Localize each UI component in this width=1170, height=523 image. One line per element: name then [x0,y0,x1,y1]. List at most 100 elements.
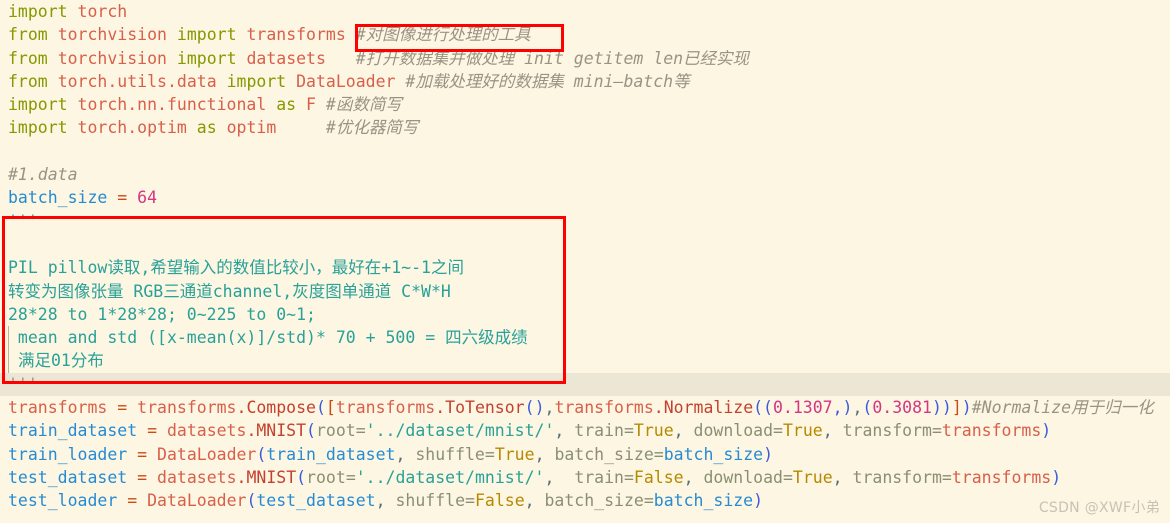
code-token: 0.1307 [773,398,833,418]
code-token: = [623,421,634,441]
code-token: ''' [8,374,38,394]
code-token: mean and std ([x-mean(x)]/std)* 70 + 500… [8,328,446,348]
code-token: 满足 [17,351,51,371]
code-token: transform [852,467,942,487]
code-token: = [931,421,942,441]
code-line[interactable]: 满足01分布 [0,349,1170,373]
code-editor-content[interactable]: import torch from torchvision import tran… [0,0,1170,523]
code-token: = [653,444,664,464]
code-token: #加载处理好的数据集 mini—batch等 [405,71,690,91]
code-token: [ [325,398,336,418]
code-token: ( [296,467,307,487]
code-token: as [276,95,297,115]
code-token: ( [246,491,257,511]
code-token: test_dataset [8,467,128,487]
code-token: torchvision [57,25,167,45]
code-line[interactable]: test_loader = DataLoader(test_dataset, s… [0,489,1170,512]
code-line[interactable] [0,233,1170,256]
code-token: = [623,467,634,487]
code-line[interactable]: from torch.utils.data import DataLoader … [0,70,1170,93]
code-line[interactable]: 转变为图像张量 RGB三通道channel,灰度图单通道 C*W*H [0,280,1170,303]
code-token: , [282,281,293,301]
code-token: = [147,421,158,441]
code-token: transforms [335,398,436,418]
code-token: 分布 [70,351,104,371]
code-token: False [633,467,684,487]
code-token: MNIST [256,421,307,441]
code-token: (( [753,398,773,418]
code-token: transform [842,421,932,441]
code-token: = [484,444,495,464]
code-token: 希望输入的数值比较小，最好在 [150,258,382,278]
code-line[interactable] [0,140,1170,163]
code-token: ToTensor [445,398,525,418]
code-token: , [822,421,833,441]
code-token: train_dataset [8,421,138,441]
code-line[interactable]: batch_size = 64 [0,186,1170,209]
code-token: ) [534,398,545,418]
code-line[interactable]: 28*28 to 1*28*28; 0~225 to 0~1; [0,303,1170,326]
code-screenshot: import torch from torchvision import tran… [0,0,1170,523]
code-token: True [792,467,833,487]
code-token: transforms [246,25,346,45]
code-token: RGB [123,281,164,301]
code-line[interactable]: train_loader = DataLoader(train_dataset,… [0,443,1170,466]
code-line[interactable]: ''' [0,210,1170,233]
code-line[interactable]: train_dataset = datasets.MNIST(root='../… [0,419,1170,442]
code-token: . [435,398,446,418]
code-token: train_dataset [266,444,396,464]
code-token: download [703,467,783,487]
code-token: , [395,444,406,464]
watermark: CSDN @XWF小弟 [1038,500,1160,516]
code-token: True [633,421,674,441]
code-token: '../dataset/mnist/' [365,421,555,441]
code-token: . [236,398,247,418]
code-line[interactable]: PIL pillow读取,希望输入的数值比较小，最好在+1~-1之间 [0,256,1170,279]
code-line[interactable]: ''' [0,372,1170,397]
code-token: ) [1051,467,1062,487]
code-token: batch_size [653,491,754,511]
code-line[interactable]: #1.data [0,163,1170,186]
code-line[interactable]: mean and std ([x-mean(x)]/std)* 70 + 500… [0,326,1170,350]
code-token: PIL pillow [8,258,108,278]
code-token: , [375,491,386,511]
code-token: 28*28 to 1*28*28; 0~225 to 0~1; [8,304,316,324]
code-token: 四六级成绩 [445,328,528,348]
code-line[interactable]: from torchvision import transforms #对图像进… [0,23,1170,46]
code-token: 64 [137,188,158,208]
code-line[interactable]: from torchvision import datasets #打开数据集并… [0,47,1170,70]
code-token: = [127,491,138,511]
code-line[interactable]: import torch.optim as optim #优化器简写 [0,116,1170,139]
code-token: batch_size [8,188,108,208]
code-line[interactable]: test_dataset = datasets.MNIST(root='../d… [0,466,1170,489]
code-token: #Normalize用于归一化 [971,398,1154,418]
code-token: ( [256,444,267,464]
code-token: = [465,491,475,511]
code-token: 读取 [107,258,141,278]
code-token: . [246,421,257,441]
code-line[interactable]: import torch [0,0,1170,23]
code-token: datasets [166,421,247,441]
code-token: , [683,467,694,487]
code-line[interactable]: transforms = transforms.Compose([transfo… [0,396,1170,419]
code-token: #优化器简写 [325,118,419,138]
code-line[interactable]: import torch.nn.functional as F #函数简写 [0,93,1170,116]
code-token: train [574,421,624,441]
code-token: download [693,421,774,441]
